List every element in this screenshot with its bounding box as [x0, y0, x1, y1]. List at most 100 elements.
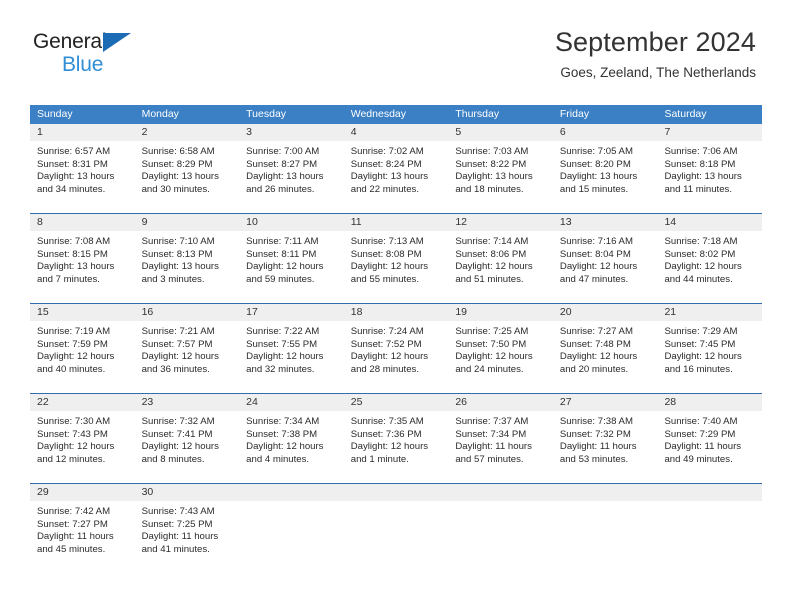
day-number: 22 [30, 394, 135, 411]
day-number: 11 [343, 214, 449, 231]
day-cell[interactable]: 14 Sunrise: 7:18 AM Sunset: 8:02 PM Dayligh… [657, 214, 763, 303]
daylight-duration-line1: Daylight: 12 hours [37, 351, 115, 363]
day-number: 6 [552, 124, 658, 141]
sunset-time: Sunset: 8:22 PM [455, 158, 527, 170]
day-cell[interactable]: 10 Sunrise: 7:11 AM Sunset: 8:11 PM Dayligh… [239, 214, 344, 303]
daylight-duration-line1: Daylight: 12 hours [246, 261, 324, 273]
sunrise-time: Sunrise: 7:13 AM [350, 236, 424, 247]
day-cell[interactable]: 5 Sunrise: 7:03 AM Sunset: 8:22 PM Daylight… [448, 124, 553, 213]
day-cell[interactable]: 6 Sunrise: 7:05 AM Sunset: 8:20 PM Daylight… [552, 124, 658, 213]
sunset-time: Sunset: 8:24 PM [350, 158, 422, 170]
sunrise-time: Sunrise: 7:18 AM [664, 236, 738, 247]
sunrise-time: Sunrise: 7:27 AM [559, 326, 633, 337]
sunset-time: Sunset: 8:02 PM [664, 248, 736, 260]
day-number: 7 [657, 124, 763, 141]
daylight-duration-line2: and 1 minute. [350, 453, 409, 465]
page-title: September 2024 [554, 27, 756, 57]
sunrise-time: Sunrise: 7:10 AM [141, 236, 215, 247]
day-cell[interactable]: 23 Sunrise: 7:32 AM Sunset: 7:41 PM Dayligh… [134, 394, 240, 483]
day-cell[interactable]: 24 Sunrise: 7:34 AM Sunset: 7:38 PM Dayligh… [239, 394, 344, 483]
day-cell[interactable]: 17 Sunrise: 7:22 AM Sunset: 7:55 PM Dayligh… [239, 304, 344, 393]
day-details: Sunrise: 7:29 AM Sunset: 7:45 PM Daylight:… [657, 321, 762, 376]
weekday-header-wednesday: Wednesday [350, 108, 406, 120]
calendar-grid: Sunday Monday Tuesday Wednesday Thursday… [30, 105, 763, 573]
daylight-duration-line1: Daylight: 12 hours [141, 441, 219, 453]
sunset-time: Sunset: 7:38 PM [246, 428, 318, 440]
day-cell[interactable]: 12 Sunrise: 7:14 AM Sunset: 8:06 PM Dayligh… [448, 214, 553, 303]
daylight-duration-line1: Daylight: 12 hours [141, 351, 219, 363]
sunrise-time: Sunrise: 7:30 AM [37, 416, 111, 427]
day-number [448, 484, 553, 501]
day-cell[interactable]: 3 Sunrise: 7:00 AM Sunset: 8:27 PM Daylight… [239, 124, 344, 213]
daylight-duration-line1: Daylight: 12 hours [664, 351, 742, 363]
daylight-duration-line2: and 24 minutes. [455, 363, 524, 375]
day-cell[interactable]: 13 Sunrise: 7:16 AM Sunset: 8:04 PM Dayligh… [552, 214, 658, 303]
day-cell[interactable]: 16 Sunrise: 7:21 AM Sunset: 7:57 PM Dayligh… [134, 304, 240, 393]
day-number: 9 [134, 214, 240, 231]
day-details: Sunrise: 7:06 AM Sunset: 8:18 PM Daylight:… [657, 141, 762, 196]
day-cell[interactable]: 1 Sunrise: 6:57 AM Sunset: 8:31 PM Daylight… [30, 124, 135, 213]
day-number: 14 [657, 214, 763, 231]
week-row: 8 Sunrise: 7:08 AM Sunset: 8:15 PM Daylight… [30, 213, 763, 303]
weekday-header-monday: Monday [141, 108, 179, 120]
weekday-header-thursday: Thursday [455, 108, 500, 120]
day-cell-empty [552, 484, 658, 573]
sunset-time: Sunset: 8:13 PM [141, 248, 213, 260]
day-number: 23 [134, 394, 240, 411]
daylight-duration-line1: Daylight: 12 hours [559, 351, 638, 363]
daylight-duration-line2: and 8 minutes. [141, 453, 205, 465]
day-cell[interactable]: 21 Sunrise: 7:29 AM Sunset: 7:45 PM Dayligh… [657, 304, 763, 393]
day-cell-empty [448, 484, 553, 573]
day-number: 8 [30, 214, 135, 231]
sunrise-time: Sunrise: 6:57 AM [37, 146, 111, 157]
sunset-time: Sunset: 7:48 PM [559, 338, 631, 350]
day-cell[interactable]: 20 Sunrise: 7:27 AM Sunset: 7:48 PM Dayligh… [552, 304, 658, 393]
day-number: 28 [657, 394, 763, 411]
day-details: Sunrise: 7:21 AM Sunset: 7:57 PM Daylight:… [135, 321, 240, 376]
sunset-time: Sunset: 8:15 PM [37, 248, 108, 260]
sunrise-time: Sunrise: 7:37 AM [455, 416, 529, 427]
daylight-duration-line2: and 11 minutes. [664, 183, 733, 195]
day-cell[interactable]: 7 Sunrise: 7:06 AM Sunset: 8:18 PM Daylight… [657, 124, 763, 213]
daylight-duration-line1: Daylight: 11 hours [141, 531, 219, 543]
day-cell[interactable]: 2 Sunrise: 6:58 AM Sunset: 8:29 PM Daylight… [134, 124, 240, 213]
day-cell[interactable]: 15 Sunrise: 7:19 AM Sunset: 7:59 PM Dayligh… [30, 304, 135, 393]
day-number [552, 484, 658, 501]
day-cell[interactable]: 25 Sunrise: 7:35 AM Sunset: 7:36 PM Dayligh… [343, 394, 449, 483]
day-cell[interactable]: 27 Sunrise: 7:38 AM Sunset: 7:32 PM Dayligh… [552, 394, 658, 483]
day-details: Sunrise: 7:11 AM Sunset: 8:11 PM Daylight:… [239, 231, 344, 286]
sunset-time: Sunset: 8:18 PM [664, 158, 736, 170]
daylight-duration-line2: and 45 minutes. [37, 543, 106, 555]
daylight-duration-line2: and 36 minutes. [141, 363, 210, 375]
sunrise-time: Sunrise: 7:22 AM [246, 326, 320, 337]
day-cell[interactable]: 8 Sunrise: 7:08 AM Sunset: 8:15 PM Daylight… [30, 214, 135, 303]
sunrise-time: Sunrise: 7:02 AM [350, 146, 424, 157]
day-cell[interactable]: 19 Sunrise: 7:25 AM Sunset: 7:50 PM Dayligh… [448, 304, 553, 393]
sunset-time: Sunset: 8:31 PM [37, 158, 108, 170]
day-cell[interactable]: 4 Sunrise: 7:02 AM Sunset: 8:24 PM Daylight… [343, 124, 449, 213]
daylight-duration-line2: and 34 minutes. [37, 183, 106, 195]
day-number: 13 [552, 214, 658, 231]
daylight-duration-line1: Daylight: 13 hours [246, 171, 324, 183]
sunset-time: Sunset: 7:29 PM [664, 428, 736, 440]
day-cell[interactable]: 9 Sunrise: 7:10 AM Sunset: 8:13 PM Daylight… [134, 214, 240, 303]
day-cell[interactable]: 22 Sunrise: 7:30 AM Sunset: 7:43 PM Dayligh… [30, 394, 135, 483]
sunrise-time: Sunrise: 7:40 AM [664, 416, 738, 427]
day-cell[interactable]: 30 Sunrise: 7:43 AM Sunset: 7:25 PM Dayligh… [134, 484, 240, 573]
sunset-time: Sunset: 7:57 PM [141, 338, 213, 350]
day-details [553, 501, 658, 506]
sunrise-time: Sunrise: 7:32 AM [141, 416, 215, 427]
sunrise-time: Sunrise: 7:35 AM [350, 416, 424, 427]
day-number: 24 [239, 394, 344, 411]
daylight-duration-line1: Daylight: 12 hours [350, 351, 429, 363]
day-details: Sunrise: 6:58 AM Sunset: 8:29 PM Daylight:… [135, 141, 240, 196]
day-cell[interactable]: 18 Sunrise: 7:24 AM Sunset: 7:52 PM Dayligh… [343, 304, 449, 393]
day-details: Sunrise: 7:22 AM Sunset: 7:55 PM Daylight:… [239, 321, 344, 376]
day-details: Sunrise: 7:30 AM Sunset: 7:43 PM Daylight:… [30, 411, 135, 466]
day-cell[interactable]: 26 Sunrise: 7:37 AM Sunset: 7:34 PM Dayligh… [448, 394, 553, 483]
day-cell[interactable]: 11 Sunrise: 7:13 AM Sunset: 8:08 PM Dayligh… [343, 214, 449, 303]
day-cell[interactable]: 29 Sunrise: 7:42 AM Sunset: 7:27 PM Dayligh… [30, 484, 135, 573]
sunset-time: Sunset: 7:36 PM [350, 428, 422, 440]
daylight-duration-line2: and 22 minutes. [350, 183, 420, 195]
day-cell[interactable]: 28 Sunrise: 7:40 AM Sunset: 7:29 PM Dayligh… [657, 394, 763, 483]
